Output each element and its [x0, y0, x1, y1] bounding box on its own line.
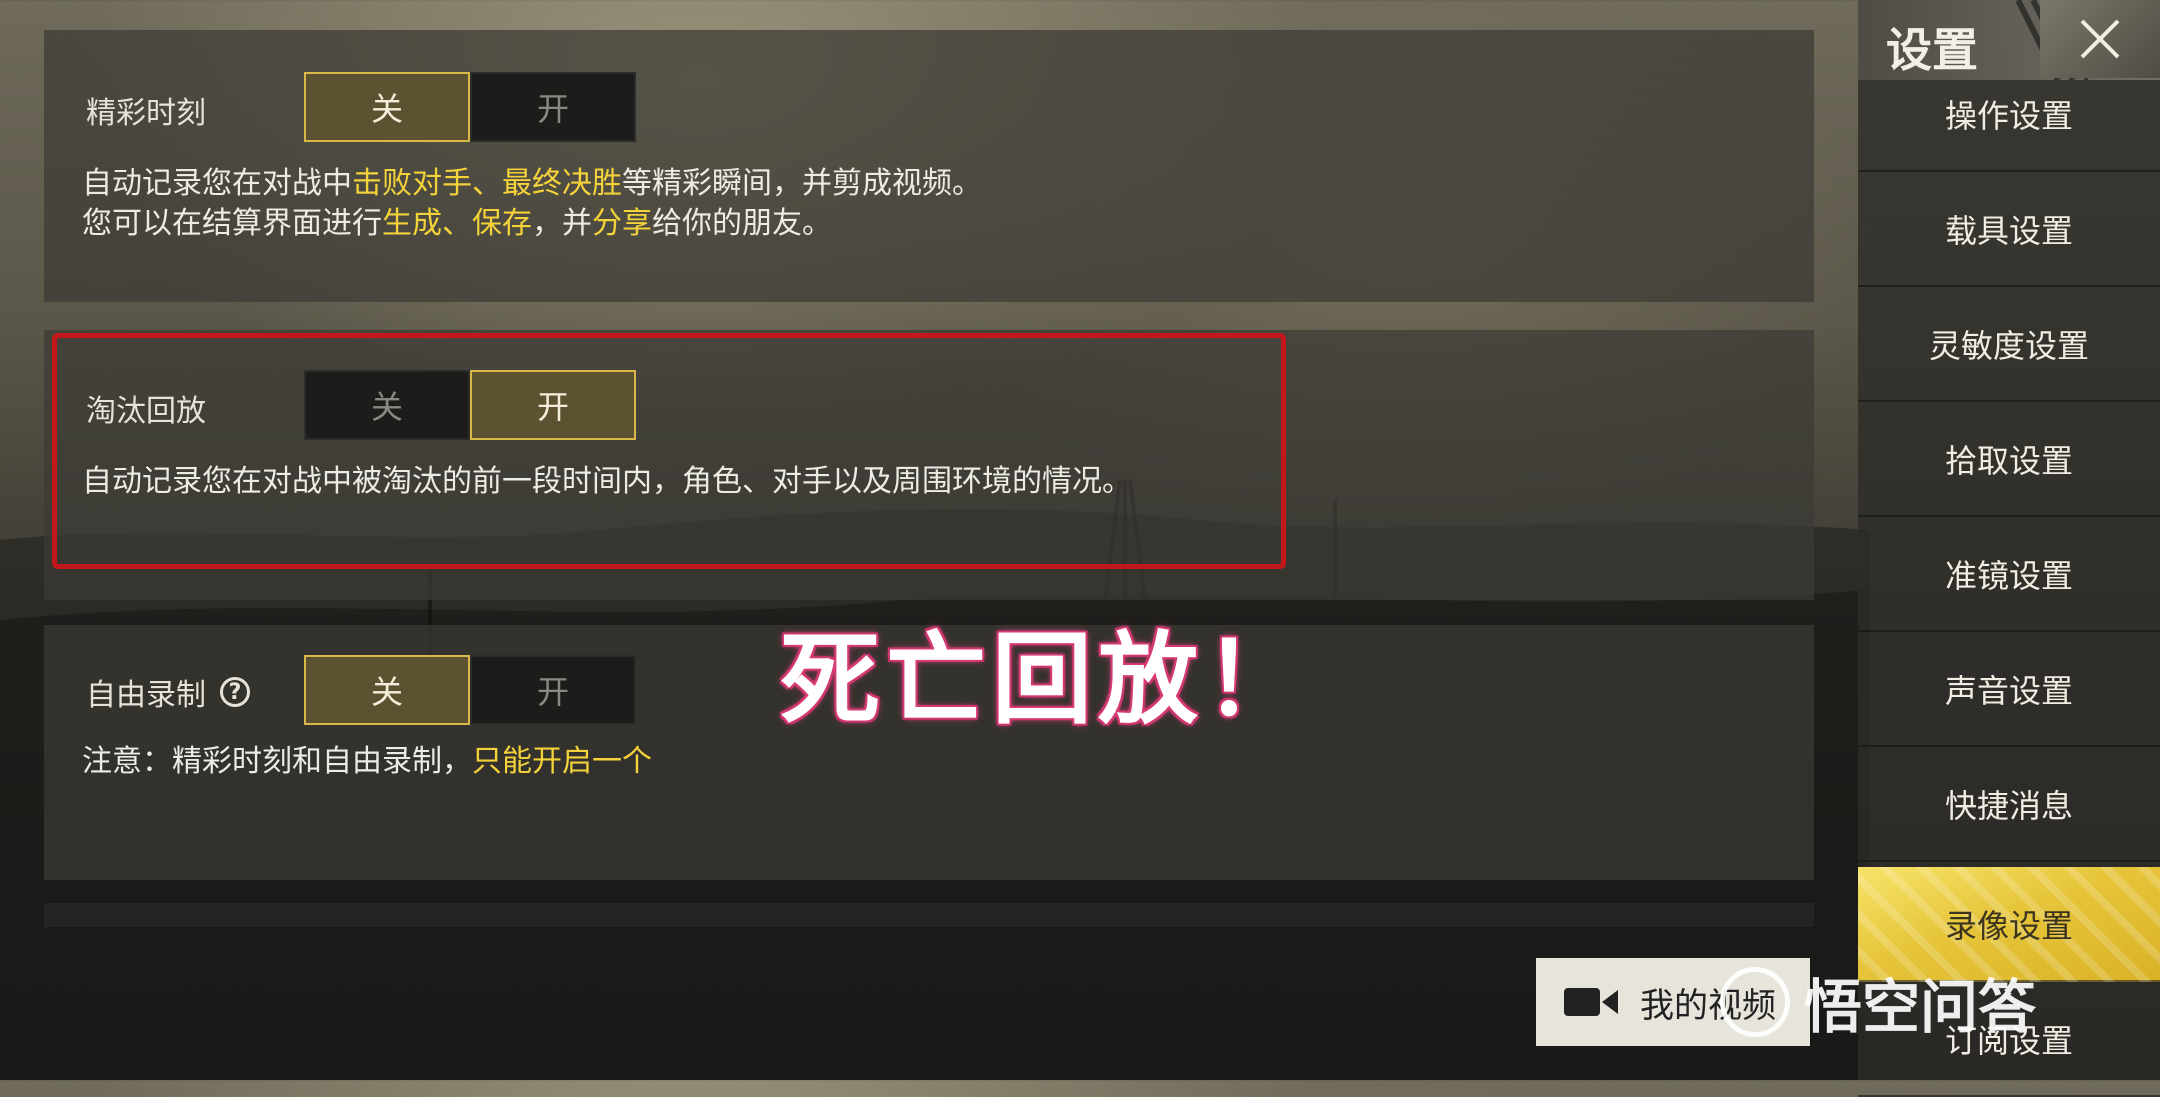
- watermark: 悟空问答: [1720, 960, 2036, 1044]
- sidebar-item-label: 载具设置: [1944, 211, 2073, 250]
- free-recording-note: 注意：精彩时刻和自由录制，只能开启一个: [82, 742, 652, 782]
- free-recording-toggle: 关 开: [304, 655, 636, 725]
- highlight-moments-description: 自动记录您在对战中击败对手、最终决胜等精彩瞬间，并剪成视频。 您可以在结算界面进…: [82, 164, 982, 244]
- desc-text: 等精彩瞬间，并剪成视频。: [622, 166, 982, 201]
- sidebar-item-quick-messages[interactable]: 快捷消息: [1858, 747, 2160, 862]
- annotation-red-box: [52, 333, 1286, 569]
- highlight-moments-toggle: 关 开: [304, 72, 636, 142]
- sidebar-item-sensitivity[interactable]: 灵敏度设置: [1858, 287, 2160, 402]
- sidebar-item-label: 录像设置: [1944, 906, 2073, 945]
- desc-text: ，并: [532, 206, 592, 241]
- sidebar-item-label: 灵敏度设置: [1928, 326, 2089, 365]
- sidebar-item-label: 准镜设置: [1944, 556, 2073, 595]
- free-recording-off-button[interactable]: 关: [304, 655, 470, 725]
- highlight-moments-label-text: 精彩时刻: [86, 96, 206, 131]
- desc-highlight: 击败对手、最终决胜: [352, 166, 622, 201]
- sidebar-item-sound[interactable]: 声音设置: [1858, 632, 2160, 747]
- highlight-moments-off-button[interactable]: 关: [304, 72, 470, 142]
- sidebar-item-vehicle[interactable]: 载具设置: [1858, 172, 2160, 287]
- desc-text: 您可以在结算界面进行: [82, 206, 382, 241]
- close-button[interactable]: [2040, 0, 2160, 78]
- free-recording-label: 自由录制 ?: [86, 670, 250, 714]
- watermark-text: 悟空问答: [1804, 973, 2037, 1041]
- note-highlight: 只能开启一个: [472, 744, 652, 779]
- watermark-logo-icon: [1720, 967, 1790, 1037]
- sidebar-item-label: 操作设置: [1944, 96, 2073, 135]
- desc-highlight: 生成、保存: [382, 206, 532, 241]
- free-recording-on-button[interactable]: 开: [470, 655, 636, 725]
- highlight-moments-label: 精彩时刻: [86, 88, 206, 132]
- sidebar-item-label: 拾取设置: [1944, 441, 2073, 480]
- video-camera-icon: [1564, 988, 1618, 1016]
- desc-text: 自动记录您在对战中: [82, 166, 352, 201]
- question-circle-icon[interactable]: ?: [220, 677, 250, 707]
- settings-sidebar: 设置 操作设置 载具设置 灵敏度设置 拾取设置 准镜设置 声音设置 快捷消息 录…: [1858, 0, 2160, 1097]
- highlight-moments-on-button[interactable]: 开: [470, 72, 636, 142]
- sidebar-item-label: 声音设置: [1944, 671, 2073, 710]
- next-panel-edge: [44, 903, 1814, 927]
- close-icon: [2080, 19, 2120, 59]
- highlight-desc-line-2: 您可以在结算界面进行生成、保存，并分享给你的朋友。: [82, 204, 982, 244]
- free-recording-label-text: 自由录制: [86, 678, 206, 713]
- note-text: 注意：精彩时刻和自由录制，: [82, 744, 472, 779]
- sidebar-item-pickup[interactable]: 拾取设置: [1858, 402, 2160, 517]
- highlight-desc-line-1: 自动记录您在对战中击败对手、最终决胜等精彩瞬间，并剪成视频。: [82, 164, 982, 204]
- desc-text: 给你的朋友。: [652, 206, 832, 241]
- desc-highlight: 分享: [592, 206, 652, 241]
- sidebar-item-label: 快捷消息: [1944, 786, 2073, 825]
- sidebar-item-scope[interactable]: 准镜设置: [1858, 517, 2160, 632]
- overlay-caption: 死亡回放！: [780, 621, 1310, 738]
